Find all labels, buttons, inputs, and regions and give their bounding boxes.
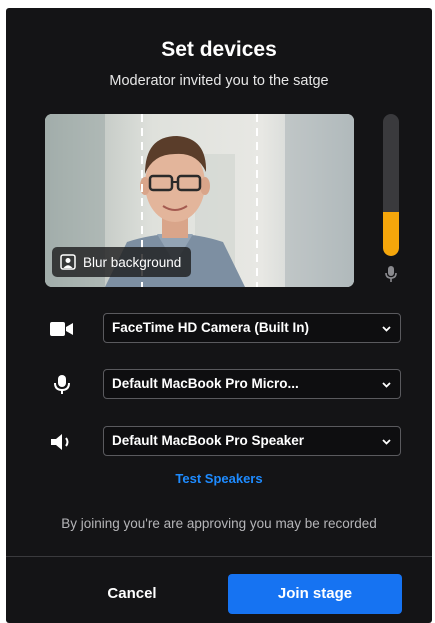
footer-divider bbox=[6, 556, 432, 557]
camera-preview: Blur background bbox=[45, 114, 354, 287]
camera-row: FaceTime HD Camera (Built In) bbox=[6, 313, 432, 345]
microphone-row: Default MacBook Pro Micro... bbox=[6, 369, 432, 401]
video-camera-icon bbox=[50, 322, 73, 336]
dialog-subtitle: Moderator invited you to the satge bbox=[109, 73, 329, 89]
camera-select-value: FaceTime HD Camera (Built In) bbox=[112, 320, 310, 335]
test-speakers-link[interactable]: Test Speakers bbox=[6, 471, 432, 486]
speaker-icon bbox=[51, 434, 69, 450]
dialog-title: Set devices bbox=[161, 38, 277, 61]
blur-background-icon bbox=[60, 254, 76, 270]
cancel-button[interactable]: Cancel bbox=[72, 574, 192, 614]
chevron-down-icon bbox=[382, 326, 391, 332]
set-devices-dialog: Set devices Moderator invited you to the… bbox=[6, 8, 432, 623]
speaker-row: Default MacBook Pro Speaker bbox=[6, 426, 432, 458]
microphone-select-value: Default MacBook Pro Micro... bbox=[112, 376, 299, 391]
join-stage-button[interactable]: Join stage bbox=[228, 574, 402, 614]
mic-level-meter bbox=[383, 114, 399, 256]
speaker-select[interactable]: Default MacBook Pro Speaker bbox=[103, 426, 401, 456]
blur-background-button[interactable]: Blur background bbox=[52, 247, 192, 277]
blur-background-label: Blur background bbox=[83, 254, 182, 270]
mic-level-fill bbox=[383, 211, 399, 256]
microphone-icon bbox=[54, 375, 70, 394]
speaker-select-value: Default MacBook Pro Speaker bbox=[112, 433, 305, 448]
chevron-down-icon bbox=[382, 439, 391, 445]
chevron-down-icon bbox=[382, 382, 391, 388]
recording-notice: By joining you're are approving you may … bbox=[61, 516, 377, 531]
camera-select[interactable]: FaceTime HD Camera (Built In) bbox=[103, 313, 401, 343]
microphone-select[interactable]: Default MacBook Pro Micro... bbox=[103, 369, 401, 399]
microphone-icon bbox=[385, 266, 397, 282]
